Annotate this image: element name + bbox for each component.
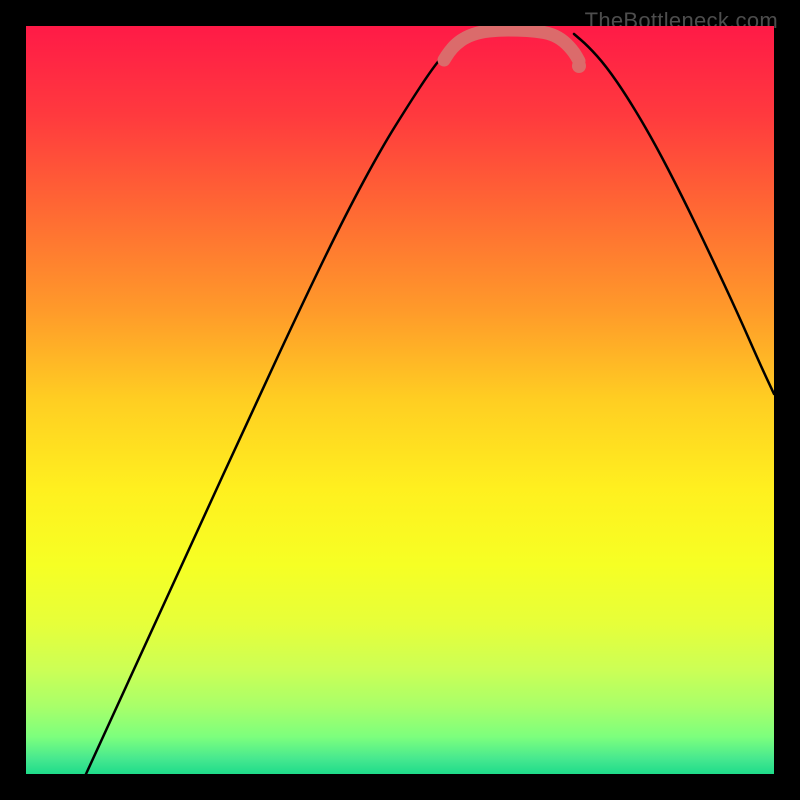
marker-layer xyxy=(572,59,586,73)
chart-frame: TheBottleneck.com xyxy=(0,0,800,800)
plot-area xyxy=(26,26,774,774)
chart-svg xyxy=(26,26,774,774)
dot-right xyxy=(572,59,586,73)
